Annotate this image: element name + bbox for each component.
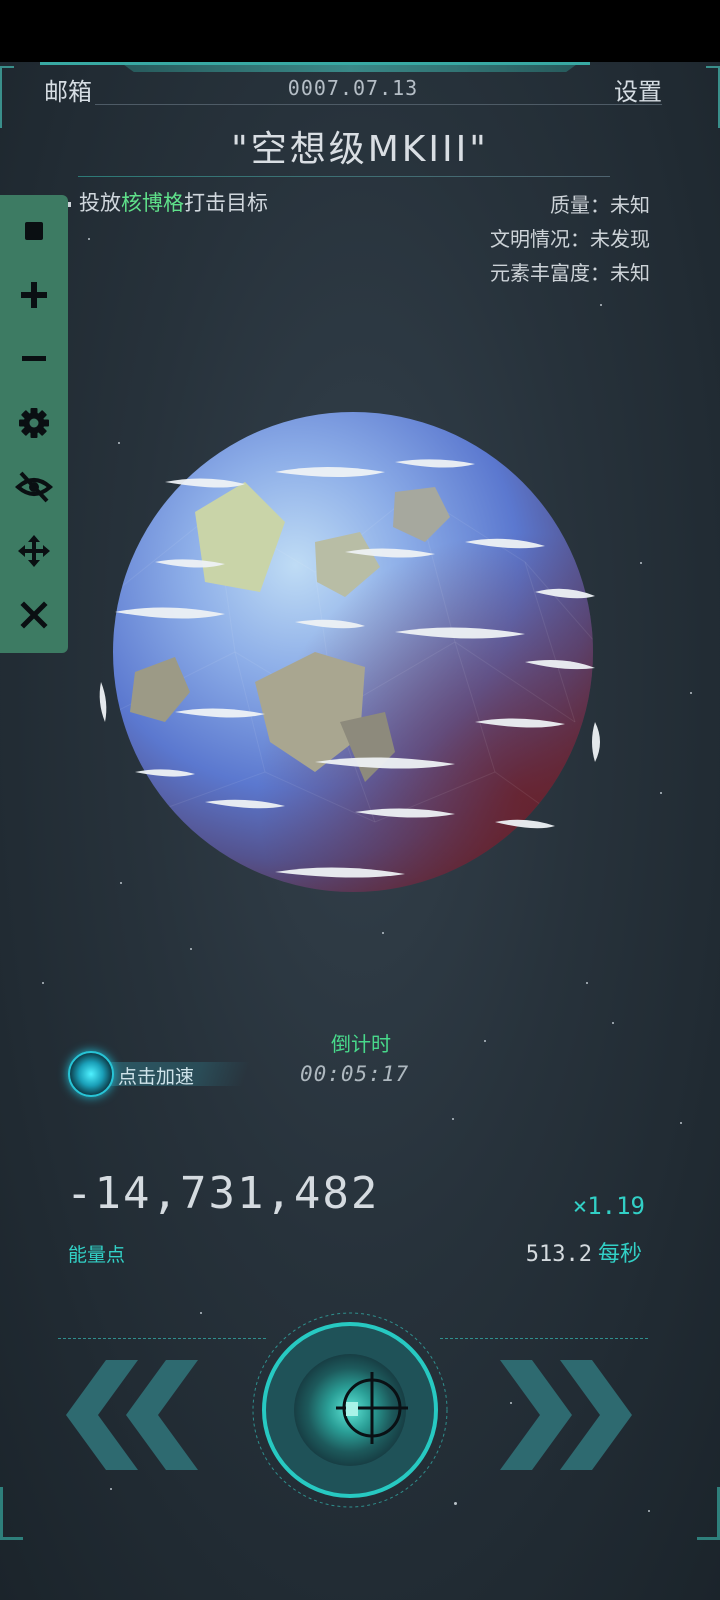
close-button[interactable]: [14, 595, 54, 635]
mission-text: 投放核博格打击目标: [66, 187, 268, 217]
target-planet[interactable]: [95, 392, 615, 941]
mission-weapon: 核博格: [121, 191, 184, 215]
divider-right: [440, 1338, 648, 1339]
speed-up-orb-icon: [68, 1051, 114, 1097]
top-bar: 邮箱 0007.07.13 设置: [44, 72, 662, 106]
divider-left: [58, 1338, 266, 1339]
energy-points: -14,731,482: [66, 1168, 380, 1219]
minus-icon: [22, 356, 46, 361]
mission-prefix: 投放: [79, 191, 121, 215]
energy-rate-value: 513.2: [525, 1242, 592, 1267]
plus-icon: [21, 282, 47, 308]
fire-control: [252, 1312, 448, 1508]
eye-off-icon: [15, 471, 53, 503]
planet-civilization: 文明情况：未发现: [490, 227, 650, 251]
chevrons-right-icon: [500, 1360, 632, 1470]
planet-info: 质量：未知 文明情况：未发现 元素丰富度：未知: [490, 188, 650, 290]
energy-rate: 513.2 每秒: [526, 1236, 642, 1268]
settings-gear-button[interactable]: [14, 403, 54, 443]
frame-corner-bottom-left: [0, 1487, 23, 1540]
side-toolbar: [0, 195, 68, 653]
mission-suffix: 打击目标: [184, 191, 268, 215]
move-button[interactable]: [14, 531, 54, 571]
energy-multiplier: ×1.19: [572, 1192, 645, 1220]
frame-corner-bottom-right: [697, 1487, 720, 1540]
game-date: 0007.07.13: [287, 76, 419, 100]
planet-quality: 质量：未知: [550, 193, 650, 217]
energy-rate-unit: 每秒: [597, 1242, 642, 1267]
countdown-timer: 00:05:17: [300, 1062, 410, 1086]
stop-icon: [25, 222, 43, 240]
settings-button[interactable]: 设置: [614, 72, 662, 107]
zoom-out-button[interactable]: [14, 339, 54, 379]
previous-planet-button[interactable]: [66, 1360, 206, 1470]
frame-corner-left: [0, 66, 14, 128]
gear-icon: [19, 408, 49, 438]
chevrons-left-icon: [66, 1360, 198, 1470]
hide-ui-button[interactable]: [14, 467, 54, 507]
planet-graphic: [99, 412, 600, 941]
zoom-in-button[interactable]: [14, 275, 54, 315]
frame-corner-right: [706, 66, 720, 128]
divider: [95, 104, 662, 105]
game-screen: 邮箱 0007.07.13 设置 "空想级MKIII" 投放核博格打击目标 质量…: [0, 62, 720, 1600]
next-planet-button[interactable]: [500, 1360, 640, 1470]
energy-label: 能量点: [68, 1244, 126, 1266]
fire-button[interactable]: [250, 1310, 450, 1510]
stop-button[interactable]: [14, 211, 54, 251]
ship-name: "空想级MKIII": [231, 129, 489, 170]
planet-elements: 元素丰富度：未知: [490, 261, 650, 285]
title-divider: [78, 176, 610, 177]
move-icon: [18, 535, 50, 567]
speed-up-label: 点击加速: [118, 1066, 195, 1088]
close-icon: [20, 601, 48, 629]
speed-up-button[interactable]: 点击加速: [66, 1050, 250, 1097]
